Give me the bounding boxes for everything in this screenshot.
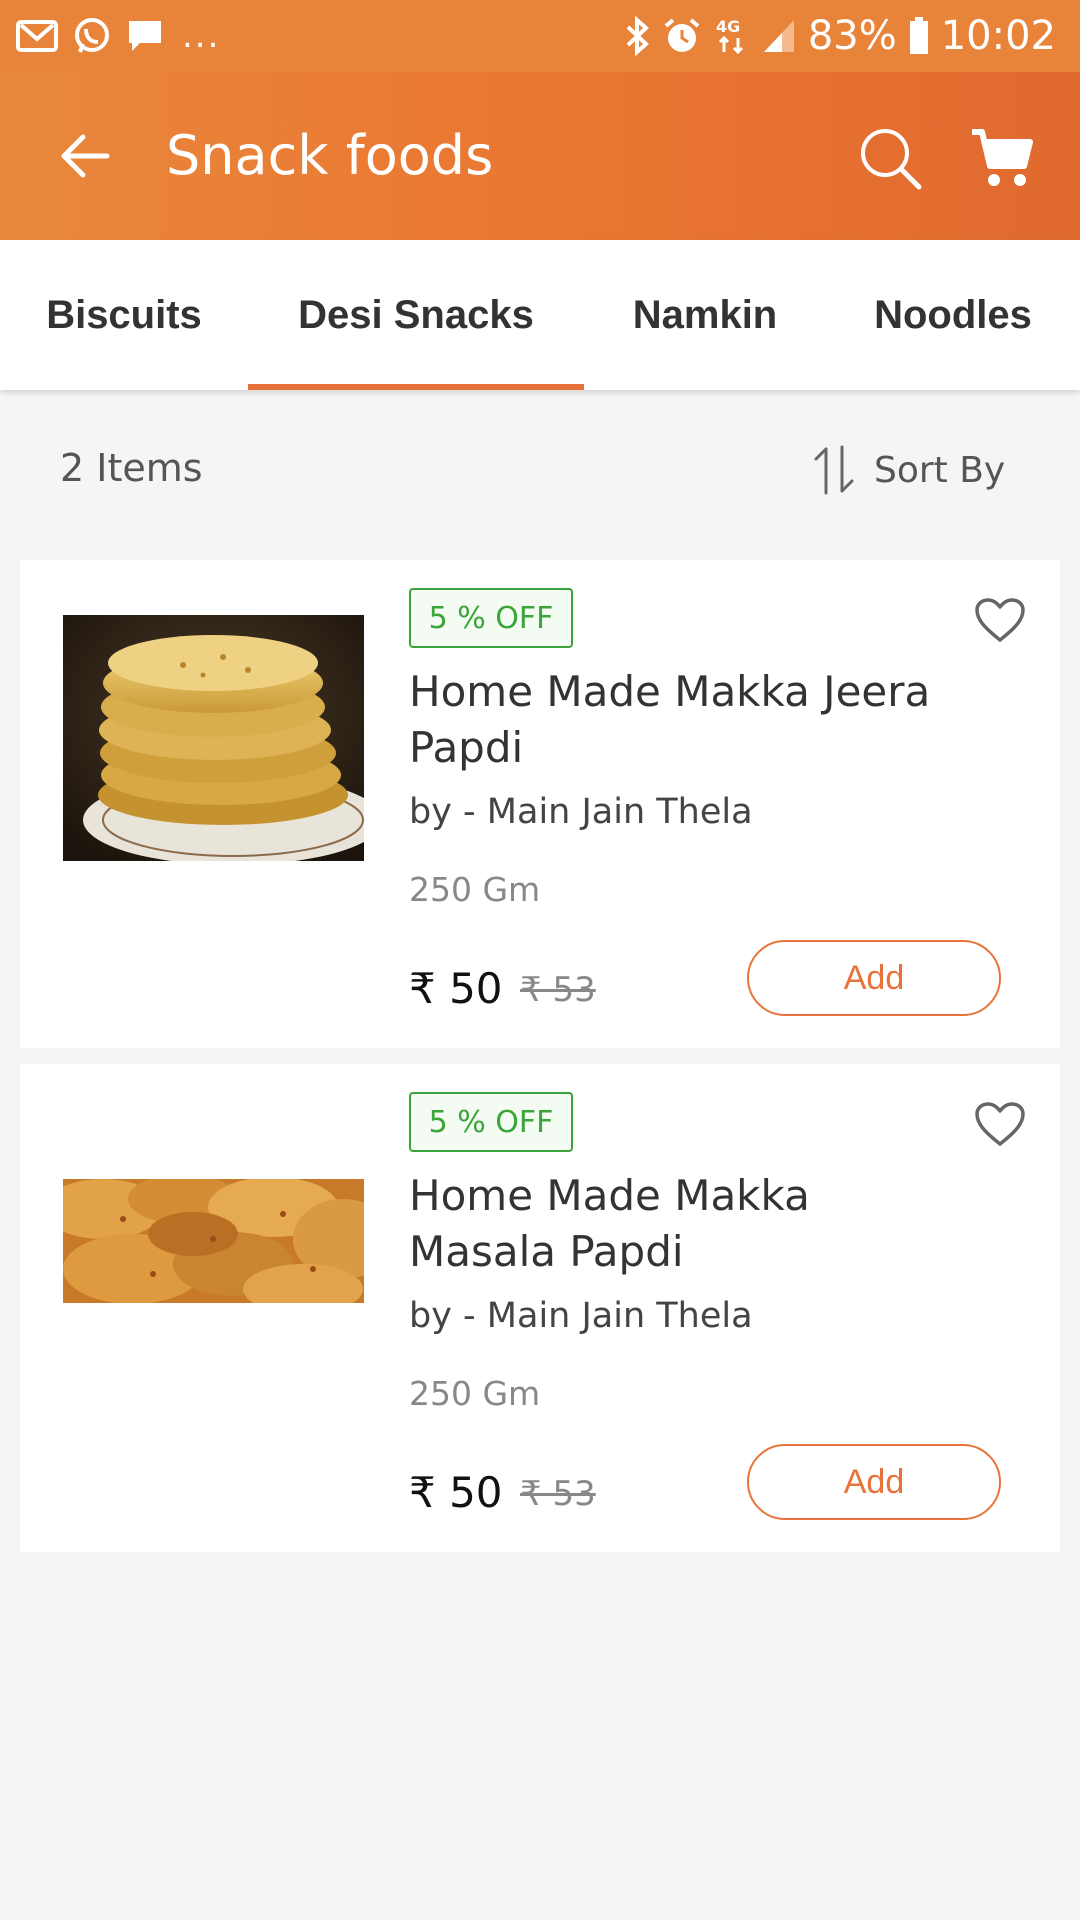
add-button[interactable]: Add — [747, 1444, 1001, 1520]
product-price: ₹ 50 — [409, 1468, 503, 1517]
tab-desi-snacks[interactable]: Desi Snacks — [248, 240, 584, 390]
discount-badge: 5 % OFF — [409, 588, 573, 648]
status-bar: ... 4G 83% 10:02 — [0, 0, 1080, 72]
back-arrow-icon — [61, 134, 110, 178]
back-button[interactable] — [50, 124, 120, 188]
status-left: ... — [16, 16, 220, 56]
product-quantity: 250 Gm — [409, 870, 541, 909]
whatsapp-icon — [72, 16, 112, 56]
product-price: ₹ 50 — [409, 964, 503, 1013]
signal-icon — [762, 18, 796, 54]
page-title: Snack foods — [166, 124, 494, 187]
product-image[interactable] — [63, 615, 364, 861]
tab-namkin[interactable]: Namkin — [584, 240, 826, 390]
product-mrp: ₹ 53 — [520, 1474, 596, 1514]
bluetooth-icon — [624, 16, 650, 56]
status-time: 10:02 — [940, 13, 1056, 59]
cart-icon — [972, 129, 1033, 186]
discount-badge: 5 % OFF — [409, 1092, 573, 1152]
wishlist-button[interactable] — [970, 1094, 1030, 1154]
category-tabs: Biscuits Desi Snacks Namkin Noodles — [0, 240, 1080, 390]
network-4g-icon: 4G — [714, 16, 750, 56]
add-button[interactable]: Add — [747, 940, 1001, 1016]
product-quantity: 250 Gm — [409, 1374, 541, 1413]
heart-icon — [975, 598, 1025, 642]
wishlist-button[interactable] — [970, 590, 1030, 650]
sort-label: Sort By — [874, 449, 1006, 491]
message-icon — [126, 18, 164, 54]
product-card[interactable]: 5 % OFF Home Made Makka Masala Papdi by … — [20, 1064, 1060, 1552]
sort-icon — [814, 445, 854, 495]
vendor-name: by - Main Jain Thela — [409, 1296, 753, 1336]
items-count: 2 Items — [60, 446, 203, 490]
cart-button[interactable] — [962, 118, 1042, 198]
search-icon — [861, 129, 922, 190]
battery-percent: 83% — [807, 13, 897, 59]
vendor-name: by - Main Jain Thela — [409, 792, 753, 832]
tab-biscuits[interactable]: Biscuits — [0, 240, 248, 390]
gmail-icon — [16, 19, 58, 53]
search-button[interactable] — [850, 118, 930, 198]
alarm-icon — [662, 16, 702, 56]
product-name[interactable]: Home Made Makka Jeera Papdi — [409, 664, 969, 776]
product-image[interactable] — [63, 1179, 364, 1303]
product-card[interactable]: 5 % OFF Home Made Makka Jeera Papdi by -… — [20, 560, 1060, 1048]
sort-button[interactable]: Sort By — [812, 440, 1005, 500]
status-right: 4G 83% 10:02 — [624, 13, 1056, 59]
app-bar: Snack foods — [0, 72, 1080, 240]
product-mrp: ₹ 53 — [520, 970, 596, 1010]
heart-icon — [975, 1102, 1025, 1146]
tab-noodles[interactable]: Noodles — [826, 240, 1080, 390]
svg-text:4G: 4G — [716, 17, 740, 36]
product-name[interactable]: Home Made Makka Masala Papdi — [409, 1168, 969, 1280]
battery-icon — [909, 17, 929, 55]
notification-overflow: ... — [182, 16, 221, 56]
